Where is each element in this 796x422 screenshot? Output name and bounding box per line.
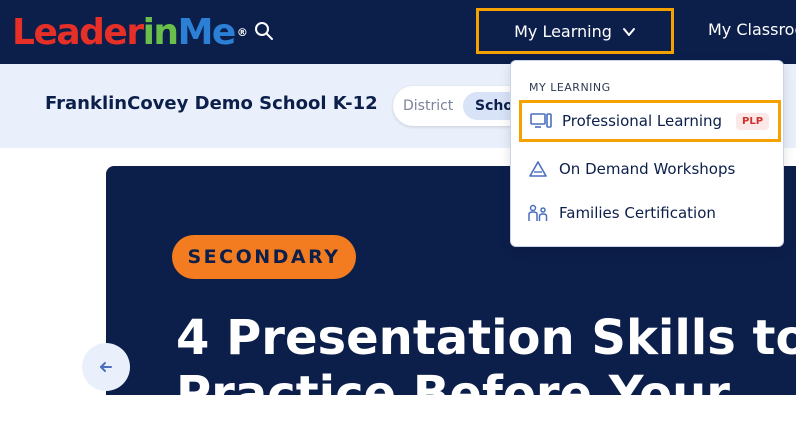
menu-item-families-certification[interactable]: Families Certification (519, 192, 781, 234)
monitor-icon (530, 110, 552, 132)
category-badge: SECONDARY (172, 235, 356, 279)
my-classroom-menu-button[interactable]: My Classroo (708, 20, 796, 39)
school-name: FranklinCovey Demo School K-12 (45, 93, 378, 114)
arrow-left-icon (100, 362, 112, 372)
my-learning-label: My Learning (514, 21, 612, 41)
plp-badge: PLP (736, 112, 770, 130)
carousel-prev-button[interactable] (82, 343, 130, 391)
toggle-district[interactable]: District (403, 98, 453, 114)
dropdown-header: MY LEARNING (529, 81, 611, 94)
leader-in-me-logo[interactable]: LeaderinMe ® (12, 12, 248, 54)
menu-item-label: Professional Learning (562, 112, 723, 130)
my-learning-menu-button[interactable]: My Learning (476, 8, 674, 54)
article-title-line-2: Practice Before Your (176, 366, 730, 422)
menu-item-label: Families Certification (559, 204, 716, 222)
logo-me: Me (177, 12, 237, 53)
logo-leader: Leader (12, 12, 144, 53)
top-navigation-bar: LeaderinMe ® My Learning My Classroo (0, 0, 796, 64)
logo-in: in (142, 12, 179, 53)
my-learning-dropdown: MY LEARNING Professional Learning PLP On… (510, 60, 784, 247)
chevron-down-icon (622, 24, 636, 38)
article-title-line-1: 4 Presentation Skills to (176, 310, 796, 366)
menu-item-professional-learning[interactable]: Professional Learning PLP (519, 100, 781, 142)
family-icon (527, 202, 549, 224)
triangle-icon (527, 158, 549, 180)
article-title[interactable]: 4 Presentation Skills to Practice Before… (176, 310, 796, 422)
menu-item-on-demand-workshops[interactable]: On Demand Workshops (519, 148, 781, 190)
logo-registered-mark: ® (236, 26, 248, 39)
menu-item-label: On Demand Workshops (559, 160, 736, 178)
search-icon[interactable] (254, 21, 274, 41)
